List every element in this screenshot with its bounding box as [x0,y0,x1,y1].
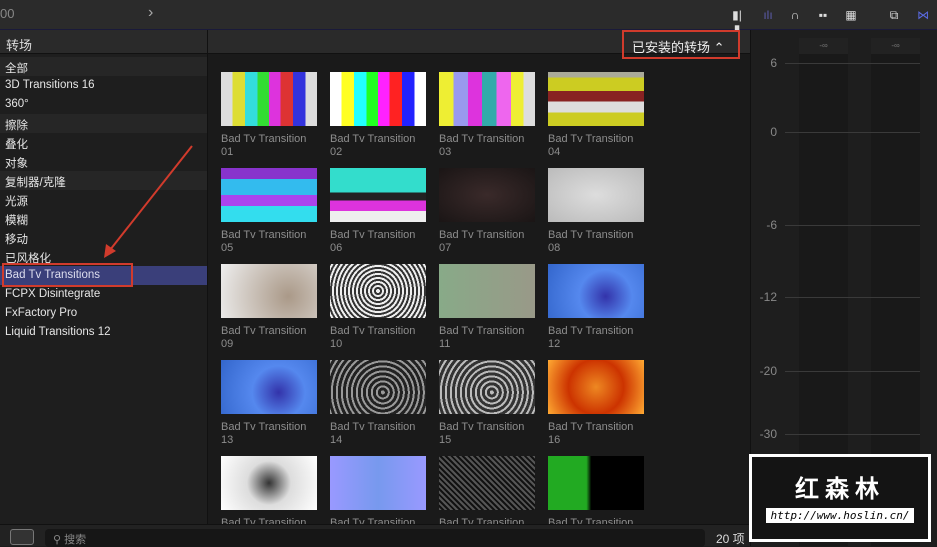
meter-gridline [785,225,920,226]
sidebar-toggle-icon[interactable] [10,529,34,545]
meter-gridline [785,371,920,372]
item-count: 20 项 [716,532,745,546]
peak-right: -∞ [871,38,920,54]
search-icon: ⚲ [53,534,65,546]
meter-gridline [785,434,920,435]
bottom-bar: ⚲ 搜索 20 项 [0,524,750,547]
watermark-title: 红森林 [795,476,885,503]
meter-scale-label: 0 [770,125,777,139]
meter-scale-label: 6 [770,56,777,70]
meter-gridline [785,297,920,298]
meter-gridline [785,63,920,64]
meter-scale-label: -30 [759,427,777,441]
watermark: 红森林 http://www.hoslin.cn/ [749,454,931,542]
peak-left: -∞ [799,38,848,54]
meter-scale-label: -12 [759,290,777,304]
watermark-url: http://www.hoslin.cn/ [766,508,914,523]
meter-gridline [785,132,920,133]
search-input[interactable]: ⚲ 搜索 [45,529,705,547]
meter-scale-label: -20 [759,364,777,378]
meter-scale-label: -6 [766,218,777,232]
